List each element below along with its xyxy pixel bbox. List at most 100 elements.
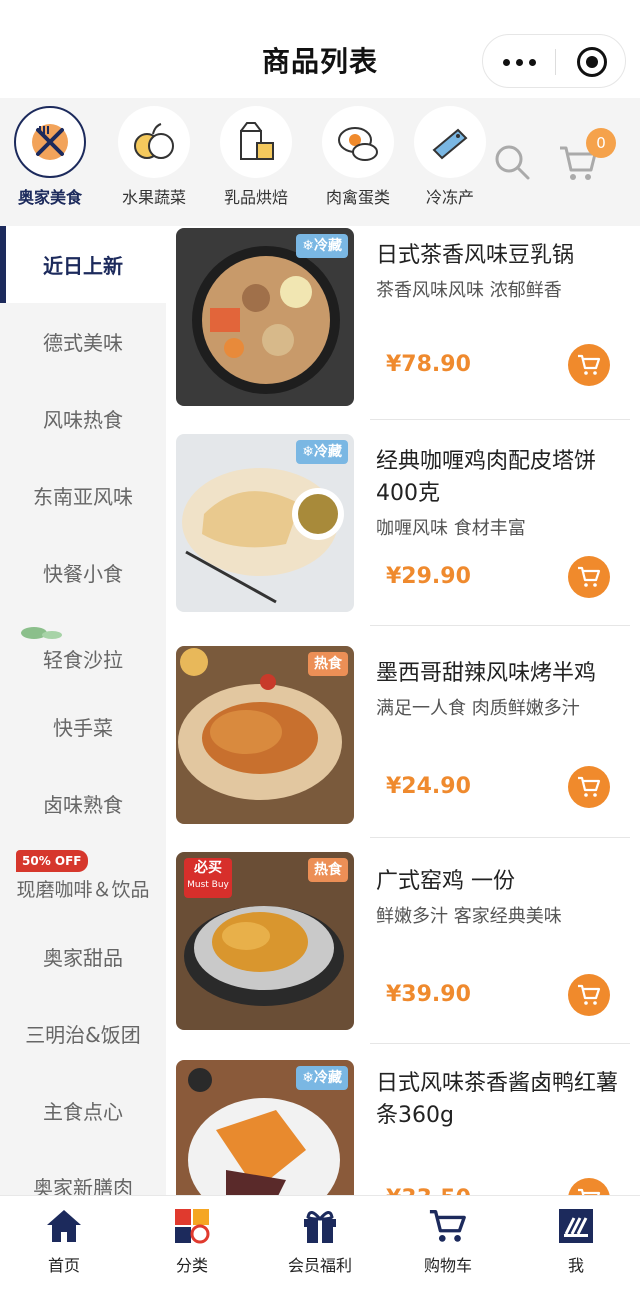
cart-icon: [578, 566, 601, 587]
tab-label: 首页: [47, 1256, 80, 1275]
add-to-cart-button[interactable]: [568, 766, 610, 808]
category-icon: [172, 1206, 212, 1246]
sidebar-item-quick-dishes[interactable]: 快手菜: [0, 688, 166, 765]
product-card[interactable]: 必买 Must Buy 热食 广式窑鸡 一份 鲜嫩多汁 客家经典美味 ¥39.9…: [166, 850, 640, 1056]
product-card[interactable]: ❄冷藏 日式风味茶香酱卤鸭红薯条360g ¥33.50: [166, 1058, 640, 1195]
add-to-cart-button[interactable]: [568, 556, 610, 598]
tab-label: 分类: [175, 1256, 208, 1275]
frozen-fish-icon: [414, 106, 486, 178]
product-name: 日式风味茶香酱卤鸭红薯条360g: [376, 1071, 619, 1128]
cart-count-badge: 0: [586, 128, 616, 158]
gift-icon: [300, 1206, 340, 1246]
milk-icon: [220, 106, 292, 178]
product-list: ❄冷藏 日式茶香风味豆乳锅 茶香风味风味 浓郁鲜香 ¥78.90 ❄冷藏 经典咖…: [166, 226, 640, 1195]
tab-cart[interactable]: 购物车: [384, 1206, 512, 1276]
category-item-dairy-bakery[interactable]: 乳品烘焙: [206, 106, 306, 208]
add-to-cart-button[interactable]: [568, 344, 610, 386]
product-image[interactable]: ❄冷藏: [176, 1060, 354, 1195]
home-icon: [44, 1206, 84, 1246]
egg-icon: [322, 106, 394, 178]
more-dot: [515, 58, 523, 66]
more-dot: [502, 58, 510, 66]
must-buy-sublabel: Must Buy: [187, 880, 229, 890]
divider: [370, 625, 630, 626]
bottom-tab-bar: 首页 分类 会员福利 购物车 我: [0, 1195, 640, 1307]
product-image[interactable]: 热食: [176, 646, 354, 824]
sidebar-item-meat[interactable]: 奥家新膳肉: [0, 1148, 166, 1195]
utensils-icon: [14, 106, 86, 178]
product-card[interactable]: ❄冷藏 经典咖喱鸡肉配皮塔饼400克 咖喱风味 食材丰富 ¥29.90: [166, 432, 640, 638]
category-label: 水果蔬菜: [121, 188, 186, 207]
sidebar-item-staples[interactable]: 主食点心: [0, 1072, 166, 1149]
product-image[interactable]: ❄冷藏: [176, 434, 354, 612]
sidebar: 近日上新 德式美味 风味热食 东南亚风味 快餐小食 轻食沙拉 快手菜 卤味熟食 …: [0, 226, 166, 1195]
product-price: ¥24.90: [386, 774, 471, 799]
product-desc: 茶香风味风味 浓郁鲜香: [376, 280, 562, 301]
more-button[interactable]: [483, 35, 555, 89]
product-desc: 满足一人食 肉质鲜嫩多汁: [376, 698, 580, 719]
product-price: ¥33.50: [386, 1186, 471, 1195]
tab-label: 会员福利: [287, 1256, 352, 1275]
sidebar-item-braised[interactable]: 卤味熟食: [0, 765, 166, 842]
category-item-meat-egg[interactable]: 肉禽蛋类: [308, 106, 408, 208]
sidebar-item-salad[interactable]: 轻食沙拉: [0, 620, 166, 697]
sidebar-item-desserts[interactable]: 奥家甜品: [0, 918, 166, 995]
product-price: ¥39.90: [386, 982, 471, 1007]
fruit-icon: [118, 106, 190, 178]
product-name: 墨西哥甜辣风味烤半鸡: [376, 661, 597, 686]
category-label: 肉禽蛋类: [325, 188, 390, 207]
category-label: 奥家美食: [17, 188, 82, 207]
add-to-cart-button[interactable]: [568, 974, 610, 1016]
sidebar-item-german[interactable]: 德式美味: [0, 303, 166, 380]
sidebar-item-snacks[interactable]: 快餐小食: [0, 534, 166, 611]
category-item-aojia-food[interactable]: 奥家美食: [0, 106, 100, 208]
chilled-tag: ❄冷藏: [296, 1066, 348, 1090]
add-to-cart-button[interactable]: [568, 1178, 610, 1195]
product-image[interactable]: 必买 Must Buy 热食: [176, 852, 354, 1030]
hot-food-tag: 热食: [308, 858, 348, 882]
cart-icon: [578, 354, 601, 375]
sidebar-item-new[interactable]: 近日上新: [0, 226, 166, 303]
sidebar-item-southeast-asian[interactable]: 东南亚风味: [0, 457, 166, 534]
category-label: 乳品烘焙: [223, 188, 288, 207]
product-price: ¥29.90: [386, 564, 471, 589]
product-desc: 咖喱风味 食材丰富: [376, 518, 526, 539]
mini-program-capsule: [482, 34, 626, 88]
capsule-divider: [555, 49, 556, 75]
tab-label: 购物车: [423, 1256, 472, 1275]
divider: [370, 837, 630, 838]
divider: [370, 419, 630, 420]
chilled-tag: ❄冷藏: [296, 234, 348, 258]
product-name: 广式窑鸡 一份: [376, 869, 515, 894]
tab-home[interactable]: 首页: [0, 1206, 128, 1276]
tab-category[interactable]: 分类: [128, 1206, 256, 1276]
tab-label: 我: [567, 1256, 584, 1275]
sidebar-item-coffee[interactable]: 现磨咖啡＆饮品: [0, 850, 166, 927]
more-dot: [528, 58, 536, 66]
cart-icon: [578, 776, 601, 797]
category-item-fruit-veg[interactable]: 水果蔬菜: [104, 106, 204, 208]
product-name: 经典咖喱鸡肉配皮塔饼400克: [376, 449, 597, 506]
product-card[interactable]: 热食 墨西哥甜辣风味烤半鸡 满足一人食 肉质鲜嫩多汁 ¥24.90: [166, 644, 640, 850]
sidebar-item-hot-food[interactable]: 风味热食: [0, 380, 166, 457]
tab-profile[interactable]: 我: [512, 1206, 640, 1276]
profile-icon: [556, 1206, 596, 1246]
tab-member-benefits[interactable]: 会员福利: [256, 1206, 384, 1276]
product-desc: 鲜嫩多汁 客家经典美味: [376, 906, 562, 927]
chilled-tag: ❄冷藏: [296, 440, 348, 464]
product-card[interactable]: ❄冷藏 日式茶香风味豆乳锅 茶香风味风味 浓郁鲜香 ¥78.90: [166, 226, 640, 432]
must-buy-badge: 必买 Must Buy: [184, 858, 232, 898]
category-item-frozen[interactable]: 冷冻产: [408, 106, 492, 208]
cart-icon: [428, 1206, 468, 1246]
must-buy-label: 必买: [194, 860, 222, 876]
product-image[interactable]: ❄冷藏: [176, 228, 354, 406]
cart-icon: [578, 984, 601, 1005]
category-strip: 奥家美食 水果蔬菜 乳品烘焙 肉禽蛋类 冷冻产 0: [0, 98, 640, 226]
product-name: 日式茶香风味豆乳锅: [376, 243, 575, 268]
product-price: ¥78.90: [386, 352, 471, 377]
header: 商品列表: [0, 0, 640, 98]
search-icon[interactable]: [492, 142, 532, 182]
close-target-icon[interactable]: [577, 47, 607, 77]
category-label: 冷冻产: [425, 188, 474, 207]
sidebar-item-sandwich[interactable]: 三明治&饭团: [0, 995, 166, 1072]
